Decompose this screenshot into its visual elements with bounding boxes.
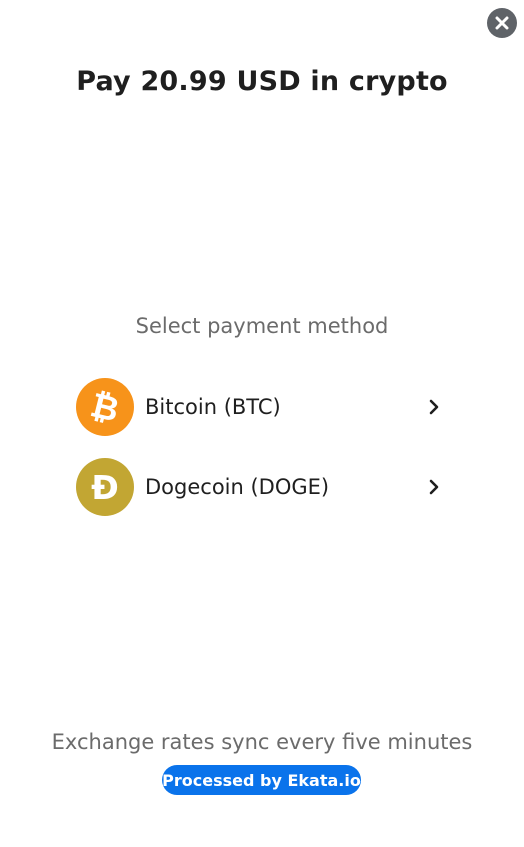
payment-option-dogecoin[interactable]: Ð Dogecoin (DOGE) bbox=[76, 458, 444, 516]
chevron-right-icon bbox=[424, 397, 444, 417]
payment-option-label: Bitcoin (BTC) bbox=[145, 395, 281, 419]
payment-option-label: Dogecoin (DOGE) bbox=[145, 475, 330, 499]
processed-by-badge[interactable]: Processed by Ekata.io bbox=[162, 765, 361, 795]
payment-method-heading: Select payment method bbox=[135, 314, 389, 338]
payment-option-bitcoin[interactable]: ₿ Bitcoin (BTC) bbox=[76, 378, 444, 436]
payment-dialog: Pay 20.99 USD in crypto Select payment m… bbox=[0, 0, 524, 847]
close-icon bbox=[494, 15, 510, 31]
svg-text:Ð: Ð bbox=[91, 468, 119, 507]
chevron-right-icon bbox=[424, 477, 444, 497]
close-button[interactable] bbox=[487, 8, 517, 38]
exchange-rate-note: Exchange rates sync every five minutes bbox=[51, 730, 473, 754]
bitcoin-icon: ₿ bbox=[76, 378, 134, 436]
page-title: Pay 20.99 USD in crypto bbox=[76, 66, 448, 97]
svg-text:₿: ₿ bbox=[86, 385, 123, 431]
dogecoin-icon: Ð bbox=[76, 458, 134, 516]
